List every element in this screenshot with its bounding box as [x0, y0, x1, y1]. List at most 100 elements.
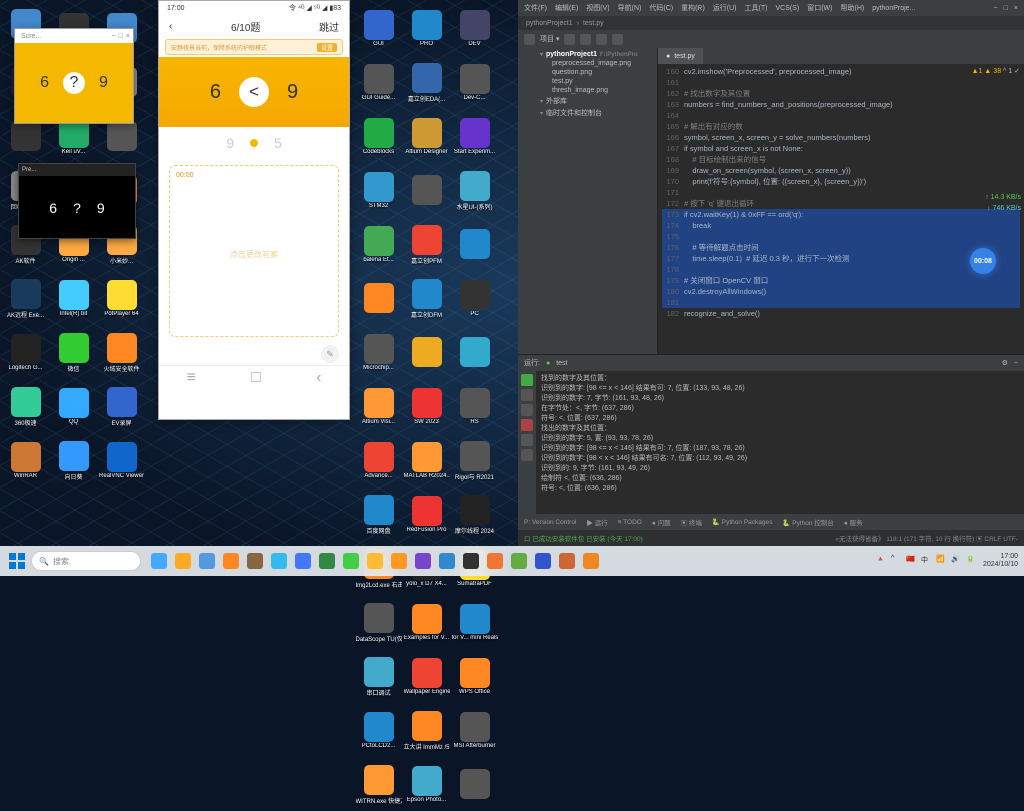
- desktop-icon[interactable]: GUI Guide...: [355, 56, 402, 109]
- desktop-icon[interactable]: EV录屏: [98, 380, 145, 433]
- ide-toolbar[interactable]: 项目 ▾: [518, 30, 1024, 48]
- desktop-icon[interactable]: Epson Photo...: [403, 758, 450, 811]
- menu-item[interactable]: 窗口(W): [807, 3, 832, 13]
- phone-emulator[interactable]: 17:00 令 ⁴ᴳ ◢ ⁵ᴳ ◢ ▮83 ‹ 6/10题 跳过 安静夜景当前，…: [158, 0, 350, 420]
- tray-icon[interactable]: 中: [921, 555, 933, 567]
- taskbar-app[interactable]: [148, 550, 170, 572]
- desktop-icon[interactable]: SW 2023: [403, 380, 450, 433]
- stop-icon[interactable]: [521, 389, 533, 401]
- toolbar-icon[interactable]: [564, 34, 575, 45]
- desktop-icon[interactable]: 360极速: [2, 380, 49, 433]
- desktop-icon[interactable]: 百度网盘: [355, 488, 402, 541]
- pycharm-ide[interactable]: 文件(F)编辑(E)视图(V)导航(N)代码(C)重构(R)运行(U)工具(T)…: [518, 0, 1024, 546]
- editor-tab[interactable]: ● test.py: [658, 48, 703, 64]
- taskbar-app[interactable]: [316, 550, 338, 572]
- taskbar-app[interactable]: [220, 550, 242, 572]
- maximize-icon[interactable]: □: [119, 33, 123, 40]
- back-icon[interactable]: ‹: [169, 21, 172, 32]
- tray-icon[interactable]: 🇨🇳: [906, 555, 918, 567]
- desktop-icon[interactable]: [403, 326, 450, 379]
- menu-item[interactable]: 帮助(H): [840, 3, 864, 13]
- desktop-icon[interactable]: Microchip...: [355, 326, 402, 379]
- menu-item[interactable]: 导航(N): [618, 3, 642, 13]
- tool-window-tab[interactable]: ● 问题: [652, 517, 671, 527]
- tree-scratches[interactable]: 临时文件和控制台: [540, 107, 653, 119]
- desktop-icon[interactable]: [403, 164, 450, 217]
- ide-menubar[interactable]: 文件(F)编辑(E)视图(V)导航(N)代码(C)重构(R)运行(U)工具(T)…: [518, 0, 1024, 16]
- desktop-icon[interactable]: 摩尔线程 2024: [451, 488, 498, 541]
- project-icon[interactable]: [524, 34, 535, 45]
- desktop-icon[interactable]: RS: [451, 380, 498, 433]
- taskbar-app[interactable]: [484, 550, 506, 572]
- taskbar-app[interactable]: [244, 550, 266, 572]
- window-button[interactable]: □: [1004, 5, 1008, 12]
- menu-item[interactable]: 运行(U): [713, 3, 737, 13]
- tool-window-tab[interactable]: P: Version Control: [524, 519, 576, 526]
- menu-item[interactable]: 工具(T): [745, 3, 768, 13]
- ide-left-gutter[interactable]: [518, 48, 536, 354]
- desktop-icon[interactable]: 立大讲 ImmMz /5...: [403, 704, 450, 757]
- menu-icon[interactable]: ≡: [187, 369, 196, 387]
- taskbar-app[interactable]: [508, 550, 530, 572]
- desktop-icon[interactable]: 微信: [50, 326, 97, 379]
- desktop-icon[interactable]: 串口调试: [355, 650, 402, 703]
- tray-icon[interactable]: 📶: [936, 555, 948, 567]
- taskbar-app[interactable]: [388, 550, 410, 572]
- tree-file[interactable]: test.py: [540, 77, 653, 86]
- menu-item[interactable]: 代码(C): [649, 3, 673, 13]
- taskbar-app[interactable]: [436, 550, 458, 572]
- breadcrumb-file[interactable]: test.py: [583, 20, 604, 27]
- taskbar-app[interactable]: [292, 550, 314, 572]
- desktop-icon[interactable]: PRO: [403, 2, 450, 55]
- desktop-icon[interactable]: Altium Visi...: [355, 380, 402, 433]
- desktop-icon[interactable]: Rigol与 R2021: [451, 434, 498, 487]
- window-button[interactable]: −: [994, 5, 998, 12]
- desktop-icon[interactable]: [451, 218, 498, 271]
- status-position[interactable]: «无法获得省备》 118:1 (171 字符, 10 行 换行符) ▣ CRLF…: [835, 533, 1018, 543]
- taskbar-search[interactable]: 🔍 搜索: [31, 551, 141, 571]
- tray-icon[interactable]: 🔋: [966, 555, 978, 567]
- filter-icon[interactable]: [521, 404, 533, 416]
- taskbar-app[interactable]: [268, 550, 290, 572]
- edit-button[interactable]: ✎: [321, 345, 339, 363]
- windows-taskbar[interactable]: 🔍 搜索 🔺^🇨🇳中📶🔊🔋 17:00 2024/10/10: [0, 546, 1024, 576]
- editor-pane[interactable]: ● test.py ▲1 ▲ 38 ^ 1 ✓ ↑ 14.3 KB/s ↓ 74…: [658, 48, 1024, 354]
- taskbar-clock[interactable]: 17:00 2024/10/10: [983, 553, 1018, 569]
- desktop-icon[interactable]: WITRN.exe 快捷方式: [355, 758, 402, 811]
- desktop-icon[interactable]: Codeblocks: [355, 110, 402, 163]
- tool-window-tab[interactable]: ▶ 运行: [586, 517, 607, 527]
- desktop-icon[interactable]: [355, 272, 402, 325]
- run-icon[interactable]: [521, 374, 533, 386]
- desktop-icon[interactable]: Wallpaper Engine: [403, 650, 450, 703]
- desktop-icon[interactable]: AK远程 Exe...: [2, 272, 49, 325]
- console-config-name[interactable]: test: [556, 360, 567, 367]
- code-editor[interactable]: ▲1 ▲ 38 ^ 1 ✓ ↑ 14.3 KB/s ↓ 746 KB/s 00:…: [658, 64, 1024, 354]
- window-button[interactable]: ×: [1014, 5, 1018, 12]
- tree-project-root[interactable]: pythonProject1 F:\PythonPro: [540, 50, 653, 59]
- menu-item[interactable]: VCS(S): [775, 5, 799, 12]
- tool-window-tab[interactable]: ▣ 终端: [681, 517, 702, 527]
- taskbar-app[interactable]: [532, 550, 554, 572]
- desktop-icon[interactable]: [451, 758, 498, 811]
- tray-icon[interactable]: ^: [891, 555, 903, 567]
- back-nav-icon[interactable]: ‹: [316, 369, 321, 387]
- window-titlebar[interactable]: Pre...: [19, 164, 135, 176]
- desktop-icon[interactable]: DataScope TU(仅...: [355, 596, 402, 649]
- desktop-icon[interactable]: QQ: [50, 380, 97, 433]
- tree-external-libs[interactable]: 外部库: [540, 95, 653, 107]
- tray-icon[interactable]: 🔺: [876, 555, 888, 567]
- inspection-summary[interactable]: ▲1 ▲ 38 ^ 1 ✓: [972, 66, 1020, 77]
- taskbar-app[interactable]: [340, 550, 362, 572]
- taskbar-app[interactable]: [172, 550, 194, 572]
- ide-tool-window-bar[interactable]: P: Version Control▶ 运行≡ TODO● 问题▣ 终端🐍 Py…: [518, 514, 1024, 530]
- desktop-icon[interactable]: RealVNC Viewer: [98, 434, 145, 487]
- taskbar-app[interactable]: [580, 550, 602, 572]
- screen-window[interactable]: Scre... − □ × 6 ? 9: [14, 28, 134, 124]
- skip-button[interactable]: 跳过: [319, 19, 339, 34]
- desktop-icon[interactable]: 向日葵: [50, 434, 97, 487]
- desktop-icon[interactable]: Intel(R) bit: [50, 272, 97, 325]
- console-tabs[interactable]: 运行: ● test ⚙ −: [518, 355, 1024, 371]
- gear-icon[interactable]: ⚙: [1002, 359, 1008, 367]
- desktop-icon[interactable]: Altium Designer: [403, 110, 450, 163]
- menu-item[interactable]: 视图(V): [586, 3, 609, 13]
